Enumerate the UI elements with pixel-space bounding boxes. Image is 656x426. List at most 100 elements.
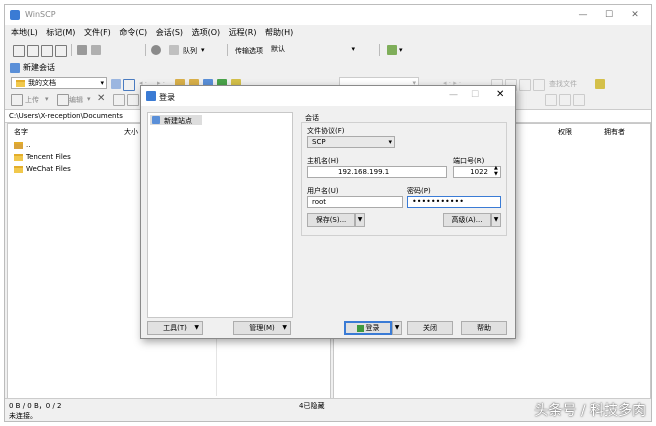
menu-help[interactable]: 帮助(H) — [265, 26, 293, 40]
advanced-button[interactable]: 高级(A)... — [443, 213, 491, 227]
save-button[interactable]: 保存(S)... — [307, 213, 355, 227]
rename-icon[interactable] — [113, 94, 125, 106]
menu-local[interactable]: 本地(L) — [11, 26, 38, 40]
column-size[interactable]: 大小 — [124, 127, 138, 137]
left-location-select[interactable]: 我的文档 ▾ — [11, 77, 107, 89]
compare-icon[interactable] — [13, 45, 25, 57]
tree-item-label: 新建站点 — [164, 117, 192, 125]
minimize-button[interactable]: — — [571, 9, 595, 21]
user-input[interactable]: root — [307, 196, 403, 208]
queue-icon[interactable] — [169, 45, 179, 55]
hidden-count: 4已隐藏 — [299, 402, 325, 410]
password-label: 密码(P) — [407, 187, 431, 195]
upload-icon[interactable] — [11, 94, 23, 106]
edit-button[interactable]: 编辑 — [69, 95, 83, 105]
chevron-down-icon: ▾ — [388, 138, 392, 146]
sync-session-icon[interactable] — [387, 45, 397, 55]
watermark: 头条号 / 科技多肉 — [534, 403, 646, 419]
right-home-icon[interactable] — [519, 79, 531, 91]
login-title: 登录 — [159, 93, 175, 102]
login-button[interactable]: 登录 — [344, 321, 392, 335]
chevron-down-icon: ▾ — [351, 45, 355, 53]
user-label: 用户名(U) — [307, 187, 339, 195]
help-button[interactable]: 帮助 — [461, 321, 507, 335]
queue-dropdown-icon[interactable]: ▾ — [201, 46, 205, 54]
new-site-icon — [152, 116, 160, 124]
transfer-options-label: 传输选项 — [235, 47, 263, 55]
transfer-settings-select[interactable]: 默认 ▾ — [267, 44, 357, 56]
window-title: WinSCP — [25, 10, 56, 19]
console-icon[interactable] — [55, 45, 67, 57]
left-path[interactable]: C:\Users\X-reception\Documents — [9, 112, 123, 120]
minimize-button[interactable]: — — [449, 90, 458, 100]
separator — [379, 44, 380, 56]
filter-icon[interactable] — [123, 79, 135, 91]
title-bar: WinSCP — ☐ ✕ — [5, 5, 651, 25]
port-stepper-icon[interactable]: ▲ ▼ — [494, 165, 498, 177]
maximize-button[interactable]: ☐ — [597, 9, 621, 21]
manage-button[interactable]: 管理(M) ▼ — [233, 321, 291, 335]
open-directory-icon[interactable] — [111, 79, 121, 89]
chevron-down-icon[interactable]: ▾ — [87, 95, 91, 103]
host-input[interactable]: 192.168.199.1 — [307, 166, 447, 178]
menu-commands[interactable]: 命令(C) — [119, 26, 147, 40]
delete-icon[interactable]: ✕ — [97, 93, 105, 104]
right-check-icon[interactable] — [573, 94, 585, 106]
settings-icon[interactable] — [91, 45, 101, 55]
menu-mark[interactable]: 标记(M) — [46, 26, 75, 40]
find-files-button[interactable]: 查找文件 — [549, 79, 577, 89]
file-name: Tencent Files — [26, 153, 71, 161]
password-input[interactable]: ••••••••••• — [407, 196, 501, 208]
menu-options[interactable]: 选项(O) — [192, 26, 221, 40]
column-owner[interactable]: 拥有者 — [604, 127, 625, 137]
separator — [145, 44, 146, 56]
file-name: WeChat Files — [26, 165, 71, 173]
session-tab[interactable]: 新建会话 — [9, 61, 55, 75]
login-dropdown-button[interactable]: ▼ — [392, 321, 402, 335]
putty-icon[interactable] — [77, 45, 87, 55]
login-title-bar: 登录 — ☐ ✕ — [141, 86, 515, 106]
menu-remote[interactable]: 远程(R) — [229, 26, 257, 40]
edit-icon[interactable] — [57, 94, 69, 106]
column-permissions[interactable]: 权限 — [558, 127, 572, 137]
maximize-button[interactable]: ☐ — [471, 90, 479, 100]
parent-folder-icon — [14, 141, 23, 149]
menu-session[interactable]: 会话(S) — [156, 26, 183, 40]
advanced-dropdown-button[interactable]: ▼ — [491, 213, 501, 227]
sync-browse-icon[interactable] — [41, 45, 53, 57]
save-dropdown-button[interactable]: ▼ — [355, 213, 365, 227]
menu-bar: 本地(L) 标记(M) 文件(F) 命令(C) 会话(S) 选项(O) 远程(R… — [5, 26, 651, 40]
chevron-down-icon: ▼ — [282, 324, 287, 331]
menu-files[interactable]: 文件(F) — [84, 26, 111, 40]
login-dialog: 登录 — ☐ ✕ 新建站点 会话 文件协议(F) SCP ▾ 主机名(H) 19… — [140, 85, 516, 339]
right-refresh-icon[interactable] — [533, 79, 545, 91]
upload-button[interactable]: 上传 — [25, 95, 39, 105]
sync-icon[interactable] — [27, 45, 39, 57]
right-sync-icon[interactable] — [595, 79, 605, 89]
chevron-down-icon[interactable]: ▾ — [45, 95, 49, 103]
main-toolbar: 队列 ▾ 传输选项 默认 ▾ ▾ — [5, 41, 651, 59]
protocol-value: SCP — [312, 138, 326, 146]
new-session-icon — [10, 63, 20, 73]
folder-icon — [16, 79, 25, 87]
separator — [227, 44, 228, 56]
transfer-settings-value: 默认 — [271, 45, 285, 53]
close-dialog-button[interactable]: ✕ — [496, 89, 504, 100]
login-label: 登录 — [365, 324, 380, 332]
tree-item-new-site[interactable]: 新建站点 — [150, 115, 202, 125]
close-button[interactable]: 关闭 — [407, 321, 453, 335]
session-tab-label: 新建会话 — [23, 63, 55, 72]
preferences-icon[interactable] — [151, 45, 161, 55]
protocol-select[interactable]: SCP ▾ — [307, 136, 395, 148]
properties-icon[interactable] — [127, 94, 139, 106]
right-new-icon[interactable] — [545, 94, 557, 106]
queue-label[interactable]: 队列 — [183, 46, 197, 56]
tools-button[interactable]: 工具(T) ▼ — [147, 321, 203, 335]
column-name[interactable]: 名字 — [14, 127, 28, 137]
chevron-down-icon[interactable]: ▾ — [399, 46, 403, 54]
right-minus-icon[interactable] — [559, 94, 571, 106]
connection-status: 未连接。 — [9, 412, 37, 420]
folder-icon — [14, 153, 23, 161]
chevron-down-icon: ▾ — [100, 79, 104, 87]
close-window-button[interactable]: ✕ — [623, 9, 647, 21]
